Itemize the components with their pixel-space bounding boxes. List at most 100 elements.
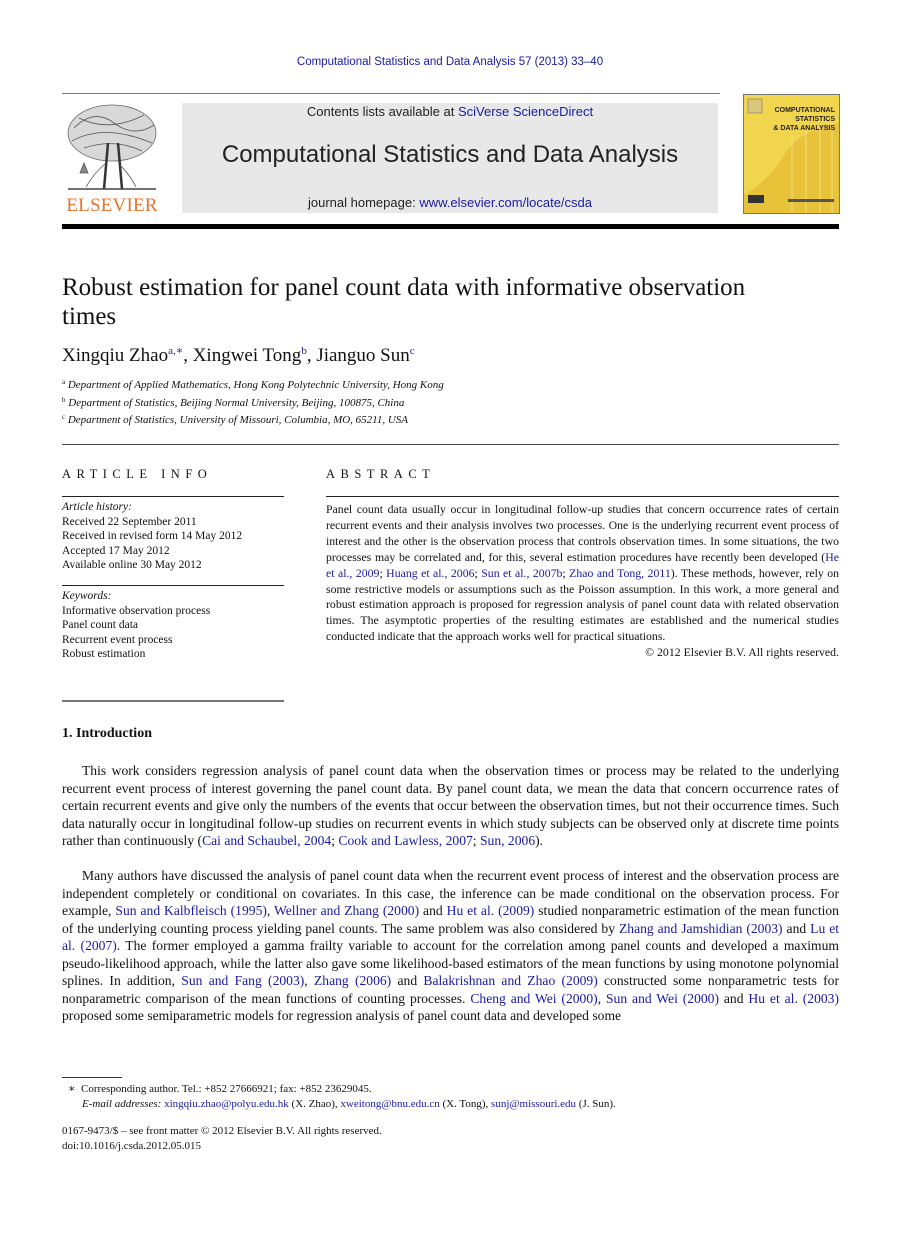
article-title: Robust estimation for panel count data w…: [62, 274, 746, 330]
citation-link[interactable]: Cheng and Wei (2000): [470, 991, 597, 1006]
paragraph-text: ,: [597, 990, 606, 1006]
affiliation-mark: a: [62, 378, 66, 386]
paragraph-text: and: [719, 990, 749, 1006]
footnote-divider: [62, 1077, 122, 1078]
journal-title: Computational Statistics and Data Analys…: [221, 141, 679, 168]
article-info-heading: ARTICLE INFO: [62, 467, 213, 481]
keyword: Informative observation process: [62, 604, 211, 617]
sciencedirect-link[interactable]: SciVerse ScienceDirect: [458, 104, 593, 119]
article-history: Article history: Received 22 September 2…: [62, 500, 284, 573]
affiliation-mark: b: [62, 396, 66, 404]
email-owner: (J. Sun).: [576, 1098, 616, 1110]
email-owner: (X. Zhao),: [288, 1098, 341, 1110]
history-item: Received in revised form 14 May 2012: [62, 530, 243, 543]
citation-link[interactable]: Zhao and Tong, 2011: [569, 566, 671, 580]
affiliation-text: Department of Applied Mathematics, Hong …: [67, 379, 444, 391]
citation-link[interactable]: Sun and Kalbfleisch (1995): [115, 903, 267, 918]
running-head[interactable]: Computational Statistics and Data Analys…: [0, 56, 900, 68]
citation-link[interactable]: Sun and Fang (2003): [181, 973, 304, 988]
affiliation-text: Department of Statistics, University of …: [67, 414, 409, 426]
paragraph: This work considers regression analysis …: [62, 763, 839, 848]
cover-title-line: STATISTICS: [795, 116, 835, 123]
paragraph: Many authors have discussed the analysis…: [62, 867, 839, 1025]
abstract-text: Panel count data usually occur in longit…: [326, 502, 839, 564]
divider: [326, 496, 839, 497]
history-item: Accepted 17 May 2012: [62, 544, 170, 557]
paragraph-text: and: [391, 973, 424, 988]
citation-link[interactable]: Hu et al. (2009): [447, 903, 535, 918]
corresponding-author-note: ∗ Corresponding author. Tel.: +852 27666…: [68, 1082, 372, 1095]
masthead-rule-top: [62, 93, 720, 94]
email-link[interactable]: xingqiu.zhao@polyu.edu.hk: [164, 1098, 289, 1110]
citation-link[interactable]: Sun et al., 2007b: [481, 566, 562, 580]
citation-link[interactable]: Zhang (2006): [314, 973, 391, 988]
divider: [62, 496, 284, 497]
author-affiliation-mark[interactable]: a,∗: [168, 345, 183, 357]
author-separator: ,: [306, 345, 317, 366]
footnote-star-mark: ∗: [68, 1083, 76, 1095]
front-matter-notice: 0167-9473/$ – see front matter © 2012 El…: [62, 1125, 382, 1137]
contents-line: Contents lists available at SciVerse Sci…: [182, 104, 718, 119]
paragraph-text: and: [419, 903, 447, 918]
contents-prefix: Contents lists available at: [306, 104, 458, 119]
history-item: Available online 30 May 2012: [62, 559, 202, 572]
abstract-heading: ABSTRACT: [326, 467, 436, 481]
cover-title-line: COMPUTATIONAL: [774, 107, 835, 114]
homepage-prefix: journal homepage:: [308, 195, 420, 210]
email-label: E-mail addresses:: [82, 1098, 162, 1110]
homepage-line: journal homepage: www.elsevier.com/locat…: [182, 195, 718, 210]
paragraph-text: ,: [304, 973, 314, 988]
affiliation-mark: c: [62, 413, 66, 421]
section-heading-introduction: 1. Introduction: [62, 726, 152, 741]
elsevier-tree-icon: [67, 104, 157, 190]
citation-link[interactable]: Balakrishnan and Zhao (2009): [423, 973, 597, 988]
publisher-logo[interactable]: ELSEVIER: [62, 103, 162, 216]
cover-title-line: & DATA ANALYSIS: [773, 125, 835, 132]
keywords: Keywords: Informative observation proces…: [62, 589, 284, 662]
publisher-name: ELSEVIER: [66, 195, 158, 216]
author-separator: ,: [183, 345, 193, 366]
citation-link[interactable]: Sun and Wei (2000): [606, 991, 719, 1006]
paragraph-text: ,: [266, 903, 274, 918]
affiliation-text: Department of Statistics, Beijing Normal…: [68, 397, 405, 409]
divider: [62, 700, 284, 702]
email-link[interactable]: sunj@missouri.edu: [491, 1098, 576, 1110]
author-list: Xingqiu Zhaoa,∗, Xingwei Tongb, Jianguo …: [62, 344, 415, 367]
author-name: Xingwei Tong: [192, 345, 302, 366]
citation-link[interactable]: Sun, 2006: [480, 833, 535, 848]
keyword: Robust estimation: [62, 648, 146, 661]
email-addresses: E-mail addresses: xingqiu.zhao@polyu.edu…: [82, 1098, 616, 1110]
author-affiliation-mark[interactable]: c: [410, 345, 415, 357]
author-name: Jianguo Sun: [316, 345, 410, 366]
citation-link[interactable]: Cai and Schaubel, 2004: [202, 833, 331, 848]
citation-link[interactable]: Cook and Lawless, 2007: [338, 833, 472, 848]
paragraph-text: ).: [535, 833, 544, 848]
citation-link[interactable]: Wellner and Zhang (2000): [274, 903, 419, 918]
abstract-copyright: © 2012 Elsevier B.V. All rights reserved…: [645, 645, 839, 660]
citation-link[interactable]: Zhang and Jamshidian (2003): [619, 921, 783, 936]
homepage-link[interactable]: www.elsevier.com/locate/csda: [419, 195, 592, 210]
history-label: Article history:: [62, 501, 132, 513]
masthead-rule-bottom: [62, 224, 839, 229]
journal-cover-thumbnail[interactable]: COMPUTATIONAL STATISTICS & DATA ANALYSIS: [743, 94, 840, 214]
citation-link[interactable]: Huang et al., 2006: [386, 566, 474, 580]
email-owner: (X. Tong),: [439, 1098, 492, 1110]
doi-link[interactable]: doi:10.1016/j.csda.2012.05.015: [62, 1140, 201, 1152]
affiliation: c Department of Statistics, University o…: [62, 413, 408, 426]
history-item: Received 22 September 2011: [62, 515, 197, 528]
divider: [62, 585, 284, 586]
author-name: Xingqiu Zhao: [62, 345, 169, 366]
affiliation: b Department of Statistics, Beijing Norm…: [62, 396, 404, 409]
paragraph-text: and: [782, 920, 811, 936]
email-link[interactable]: xweitong@bnu.edu.cn: [340, 1098, 439, 1110]
keyword: Recurrent event process: [62, 633, 173, 646]
paragraph-text: proposed some semiparametric models for …: [62, 1008, 622, 1023]
corresponding-text: Corresponding author. Tel.: +852 2766692…: [80, 1083, 372, 1095]
affiliation: a Department of Applied Mathematics, Hon…: [62, 378, 444, 391]
keywords-label: Keywords:: [62, 590, 112, 602]
divider: [62, 444, 839, 445]
keyword: Panel count data: [62, 619, 139, 632]
abstract-body: Panel count data usually occur in longit…: [326, 502, 839, 660]
citation-link[interactable]: Hu et al. (2003): [748, 991, 839, 1006]
masthead-box: Contents lists available at SciVerse Sci…: [182, 103, 718, 213]
